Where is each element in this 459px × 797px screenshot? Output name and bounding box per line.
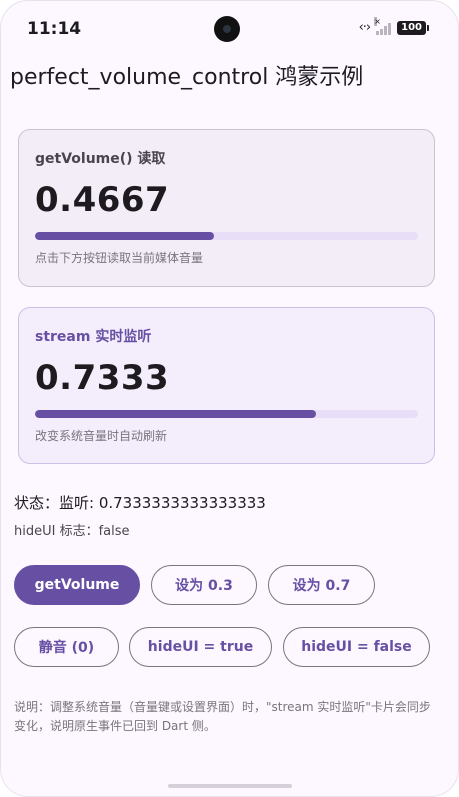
volume-progress-bar (35, 232, 418, 240)
signal-icon: × (374, 16, 392, 35)
phone-screen: 11:14 ‹·› × 100 perfect_volume_control 鸿… (0, 0, 459, 797)
mute-button[interactable]: 静音 (0) (14, 627, 119, 667)
set-0.7-button[interactable]: 设为 0.7 (268, 565, 375, 605)
home-indicator[interactable] (168, 784, 292, 788)
status-text: 状态：监听: 0.7333333333333333 (14, 494, 266, 512)
front-camera (214, 16, 240, 42)
hideui-flag-text: hideUI 标志：false (14, 524, 130, 539)
hideui-true-button[interactable]: hideUI = true (129, 627, 272, 667)
card-hint: 点击下方按钮读取当前媒体音量 (35, 251, 204, 265)
status-time: 11:14 (27, 19, 82, 39)
set-0.3-button[interactable]: 设为 0.3 (151, 565, 257, 605)
card-label: stream 实时监听 (35, 329, 152, 345)
card-hint: 改变系统音量时自动刷新 (35, 429, 168, 443)
battery-icon: 100 (397, 20, 429, 35)
hideui-false-button[interactable]: hideUI = false (283, 627, 430, 667)
no-signal-icon: × (374, 16, 381, 26)
status-bar: 11:14 ‹·› × 100 (1, 1, 458, 57)
link-icon: ‹·› (358, 20, 371, 35)
getvolume-card: getVolume() 读取 0.4667 点击下方按钮读取当前媒体音量 (18, 129, 435, 287)
volume-value: 0.4667 (35, 180, 170, 220)
stream-progress-fill (35, 410, 316, 418)
stream-progress-bar (35, 410, 418, 418)
card-label: getVolume() 读取 (35, 151, 166, 167)
volume-progress-fill (35, 232, 214, 240)
explanation-note: 说明：调整系统音量（音量键或设置界面）时，"stream 实时监听"卡片会同步变… (14, 700, 431, 733)
stream-volume-value: 0.7333 (35, 358, 170, 398)
stream-card: stream 实时监听 0.7333 改变系统音量时自动刷新 (18, 307, 435, 464)
status-icons: ‹·› × 100 (358, 16, 429, 35)
app-title: perfect_volume_control 鸿蒙示例 (10, 65, 364, 90)
get-volume-button[interactable]: getVolume (14, 565, 140, 605)
